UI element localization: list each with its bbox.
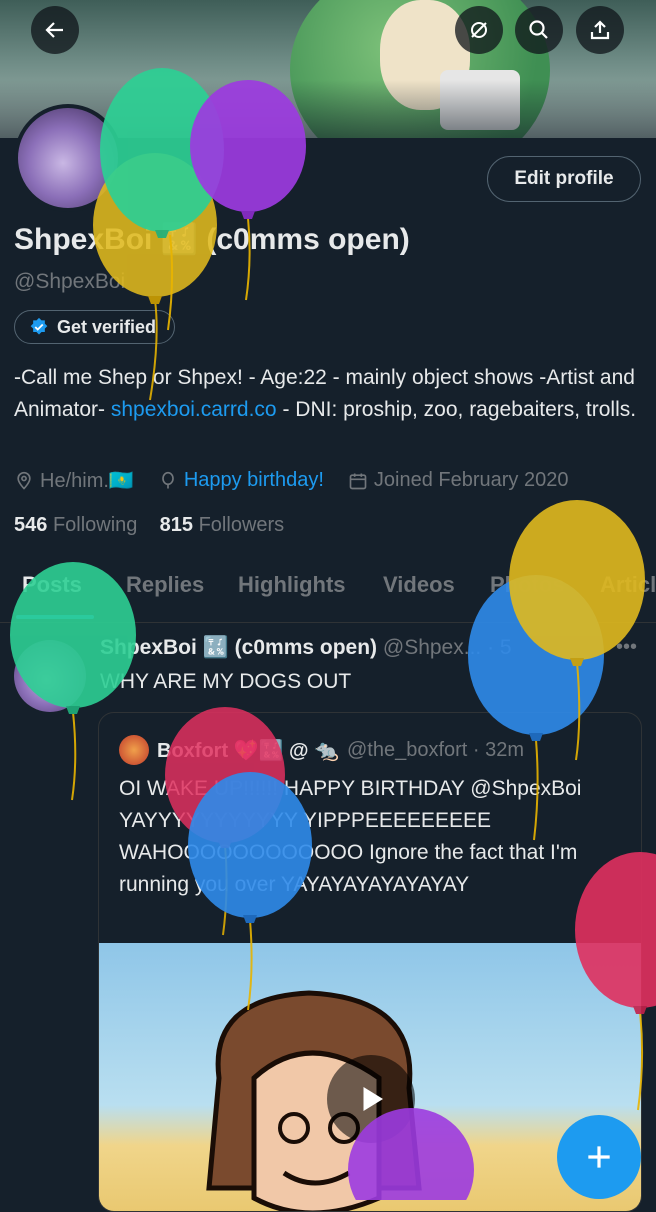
edit-profile-button[interactable]: Edit profile [487, 156, 641, 202]
search-button[interactable] [515, 6, 563, 54]
play-icon [363, 1087, 383, 1111]
plus-icon [588, 1146, 610, 1168]
profile-bio: -Call me Shep or Shpex! - Age:22 - mainl… [14, 362, 644, 426]
joined-date: Joined February 2020 [348, 469, 568, 492]
post-text: WHY ARE MY DOGS OUT [100, 670, 352, 693]
follow-stats: 546 Following 815 Followers [14, 514, 284, 537]
quote-author-name: Boxfort 💖🔣 @ 🐀 [157, 739, 339, 762]
play-button[interactable] [327, 1055, 415, 1143]
profile-meta: He/him.🇰🇿 Happy birthday! Joined Februar… [14, 468, 592, 493]
tab-posts[interactable]: Posts [22, 572, 82, 598]
share-button[interactable] [576, 6, 624, 54]
quote-header: Boxfort 💖🔣 @ 🐀 @the_boxfort · 32m [119, 735, 524, 765]
tab-videos[interactable]: Videos [383, 572, 455, 598]
profile-handle: @ShpexBoi [14, 270, 126, 293]
tab-articles[interactable]: Articles [600, 572, 656, 598]
followers-link[interactable]: 815 Followers [160, 514, 285, 536]
post-author-name[interactable]: ShpexBoi 🔣 (c0mms open) [100, 636, 377, 659]
no-sync-button[interactable] [455, 6, 503, 54]
bio-link[interactable]: shpexboi.carrd.co [111, 398, 277, 421]
compose-post-button[interactable] [557, 1115, 641, 1199]
profile-avatar[interactable] [14, 104, 122, 212]
tab-photos[interactable]: Photos [490, 572, 565, 598]
share-icon [590, 20, 610, 40]
following-link[interactable]: 546 Following [14, 514, 137, 536]
quoted-post[interactable]: Boxfort 💖🔣 @ 🐀 @the_boxfort · 32m OI WAK… [98, 712, 642, 1212]
verified-badge-icon [30, 317, 48, 335]
tab-replies[interactable]: Replies [126, 572, 204, 598]
no-sync-icon [471, 22, 487, 38]
balloon-icon [161, 471, 174, 488]
search-icon [529, 20, 548, 39]
post-avatar[interactable] [14, 640, 86, 712]
get-verified-button[interactable]: Get verified [14, 310, 176, 344]
profile-name: ShpexBoi 🔣 (c0mms open) [14, 223, 410, 256]
active-tab-indicator [16, 615, 94, 619]
birthday[interactable]: Happy birthday! [158, 469, 324, 492]
profile-tabs: Posts Replies Highlights Videos Photos A… [0, 560, 656, 623]
get-verified-label: Get verified [57, 316, 157, 337]
bio-text-2: - DNI: proship, zoo, ragebaiters, trolls… [276, 398, 637, 421]
post-author-handle: @Shpex... [382, 636, 482, 659]
calendar-icon [349, 473, 367, 489]
post-header: ShpexBoi 🔣 (c0mms open) @Shpex... · 5 [100, 636, 512, 659]
more-options-icon[interactable]: ••• [616, 636, 637, 659]
post-time: 5 [499, 636, 512, 659]
tab-highlights[interactable]: Highlights [238, 572, 346, 598]
arrow-left-icon [45, 22, 63, 38]
quote-avatar [119, 735, 149, 765]
back-button[interactable] [31, 6, 79, 54]
pronouns: He/him.🇰🇿 [14, 468, 134, 493]
quote-author-handle: @the_boxfort · 32m [346, 738, 525, 761]
quote-text: OI WAKE UP!!!!!! HAPPY BIRTHDAY @ShpexBo… [119, 777, 582, 896]
location-icon [17, 471, 31, 490]
